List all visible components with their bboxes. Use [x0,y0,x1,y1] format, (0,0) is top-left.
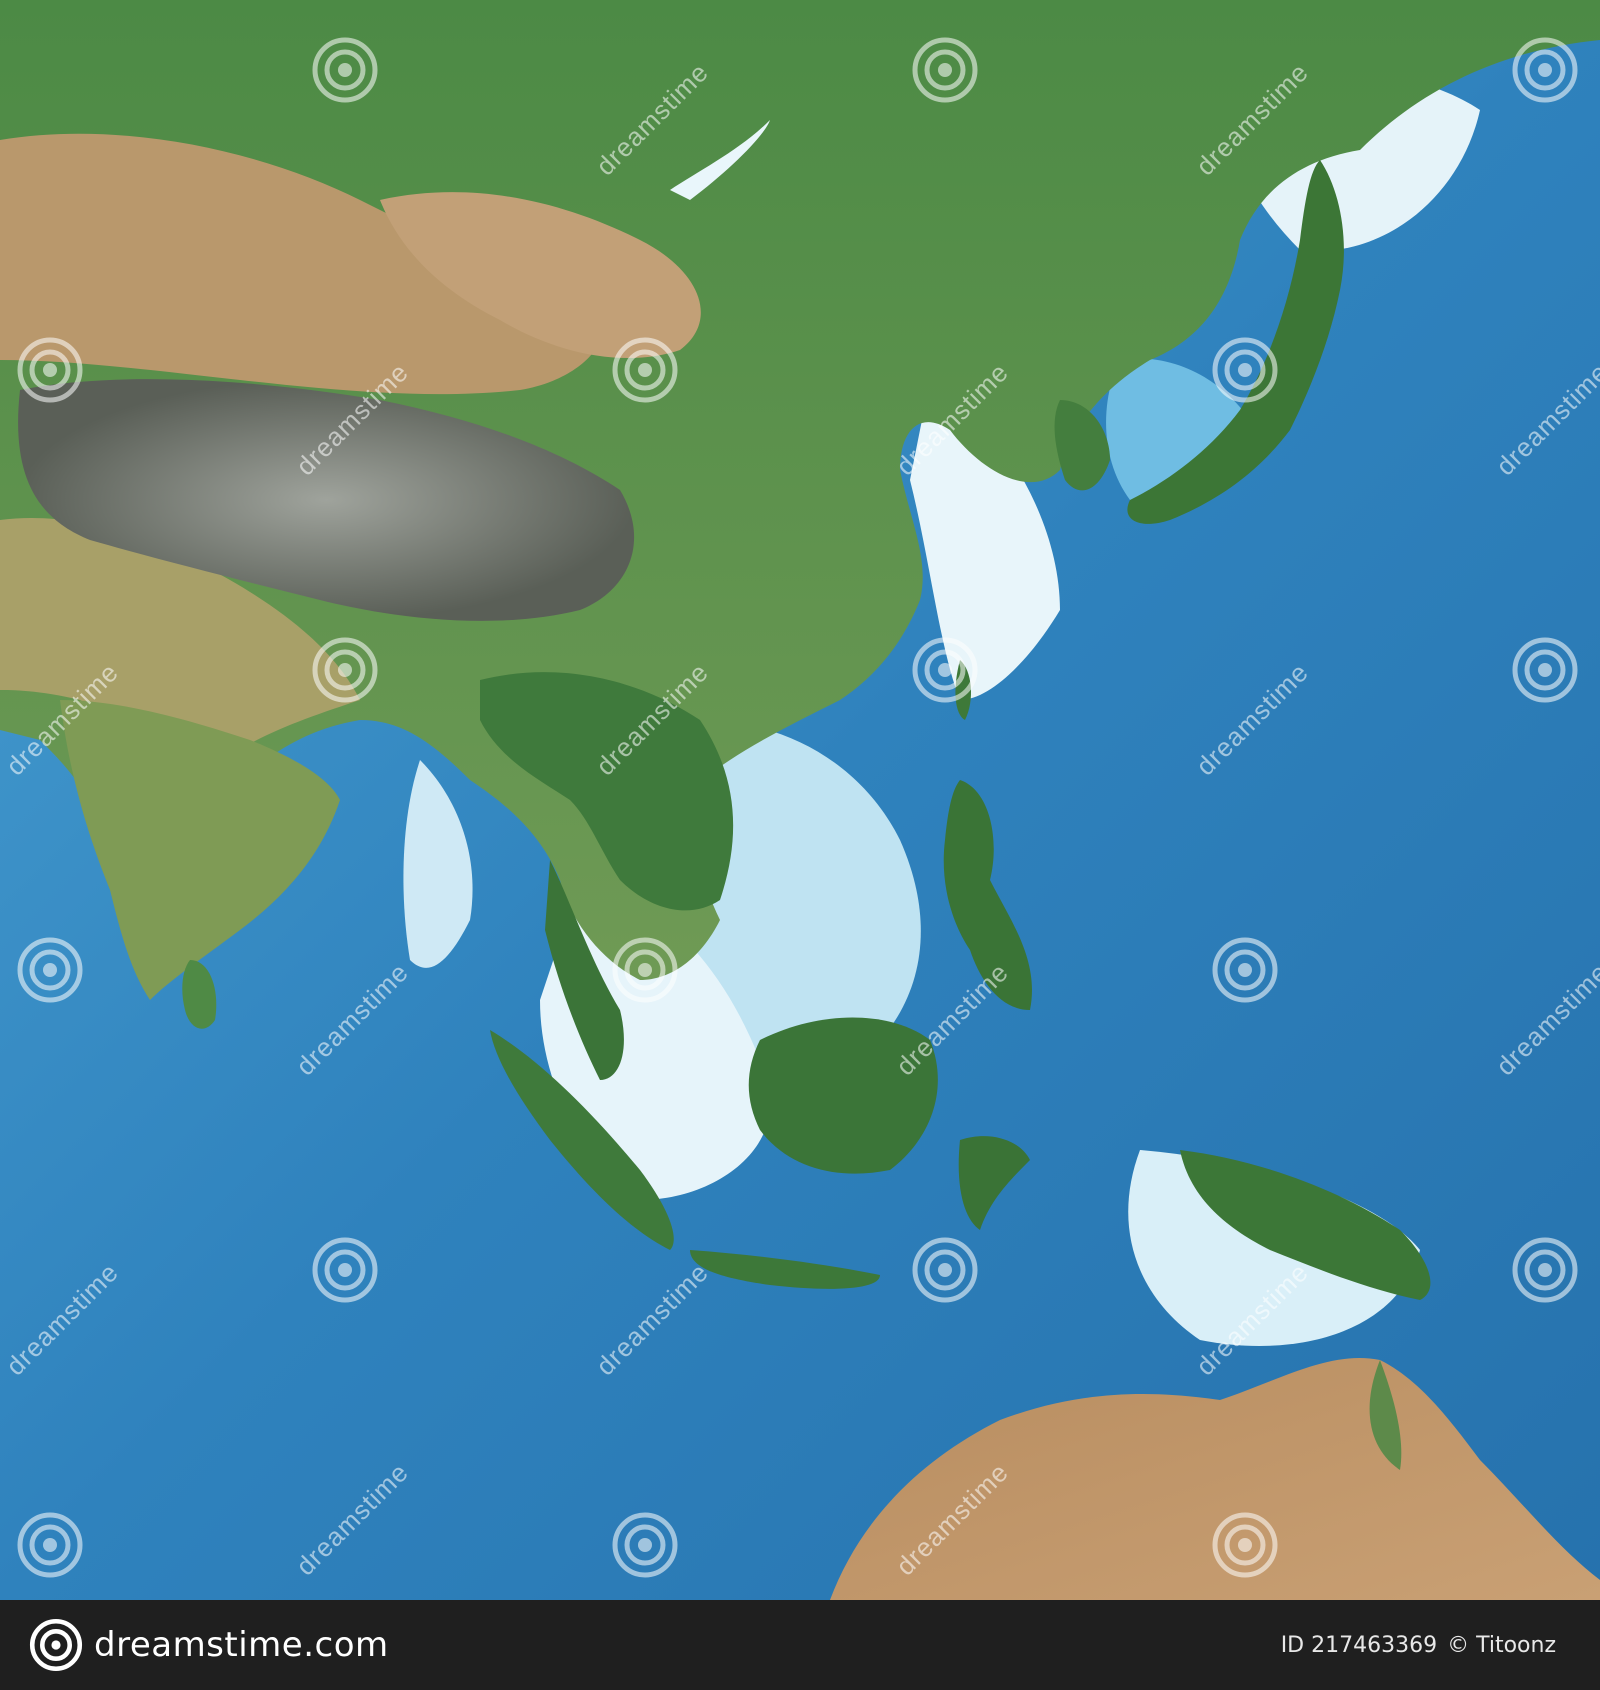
brand-spiral-icon [29,1618,83,1672]
image-credit: © Titoonz [1447,1632,1556,1658]
stock-image-page: dreamstime dreamstime dreamstime dreamst… [0,0,1600,1690]
image-id: ID 217463369 [1280,1632,1438,1658]
brand-logo[interactable]: dreamstime.com [24,1613,389,1677]
brand-logo-text: dreamstime.com [94,1625,389,1665]
stock-footer-bar: dreamstime.com ID 217463369 © Titoonz [0,1600,1600,1690]
image-meta: ID 217463369 © Titoonz [1281,1633,1556,1658]
map-canvas [0,0,1600,1600]
satellite-relief-map [0,0,1600,1600]
